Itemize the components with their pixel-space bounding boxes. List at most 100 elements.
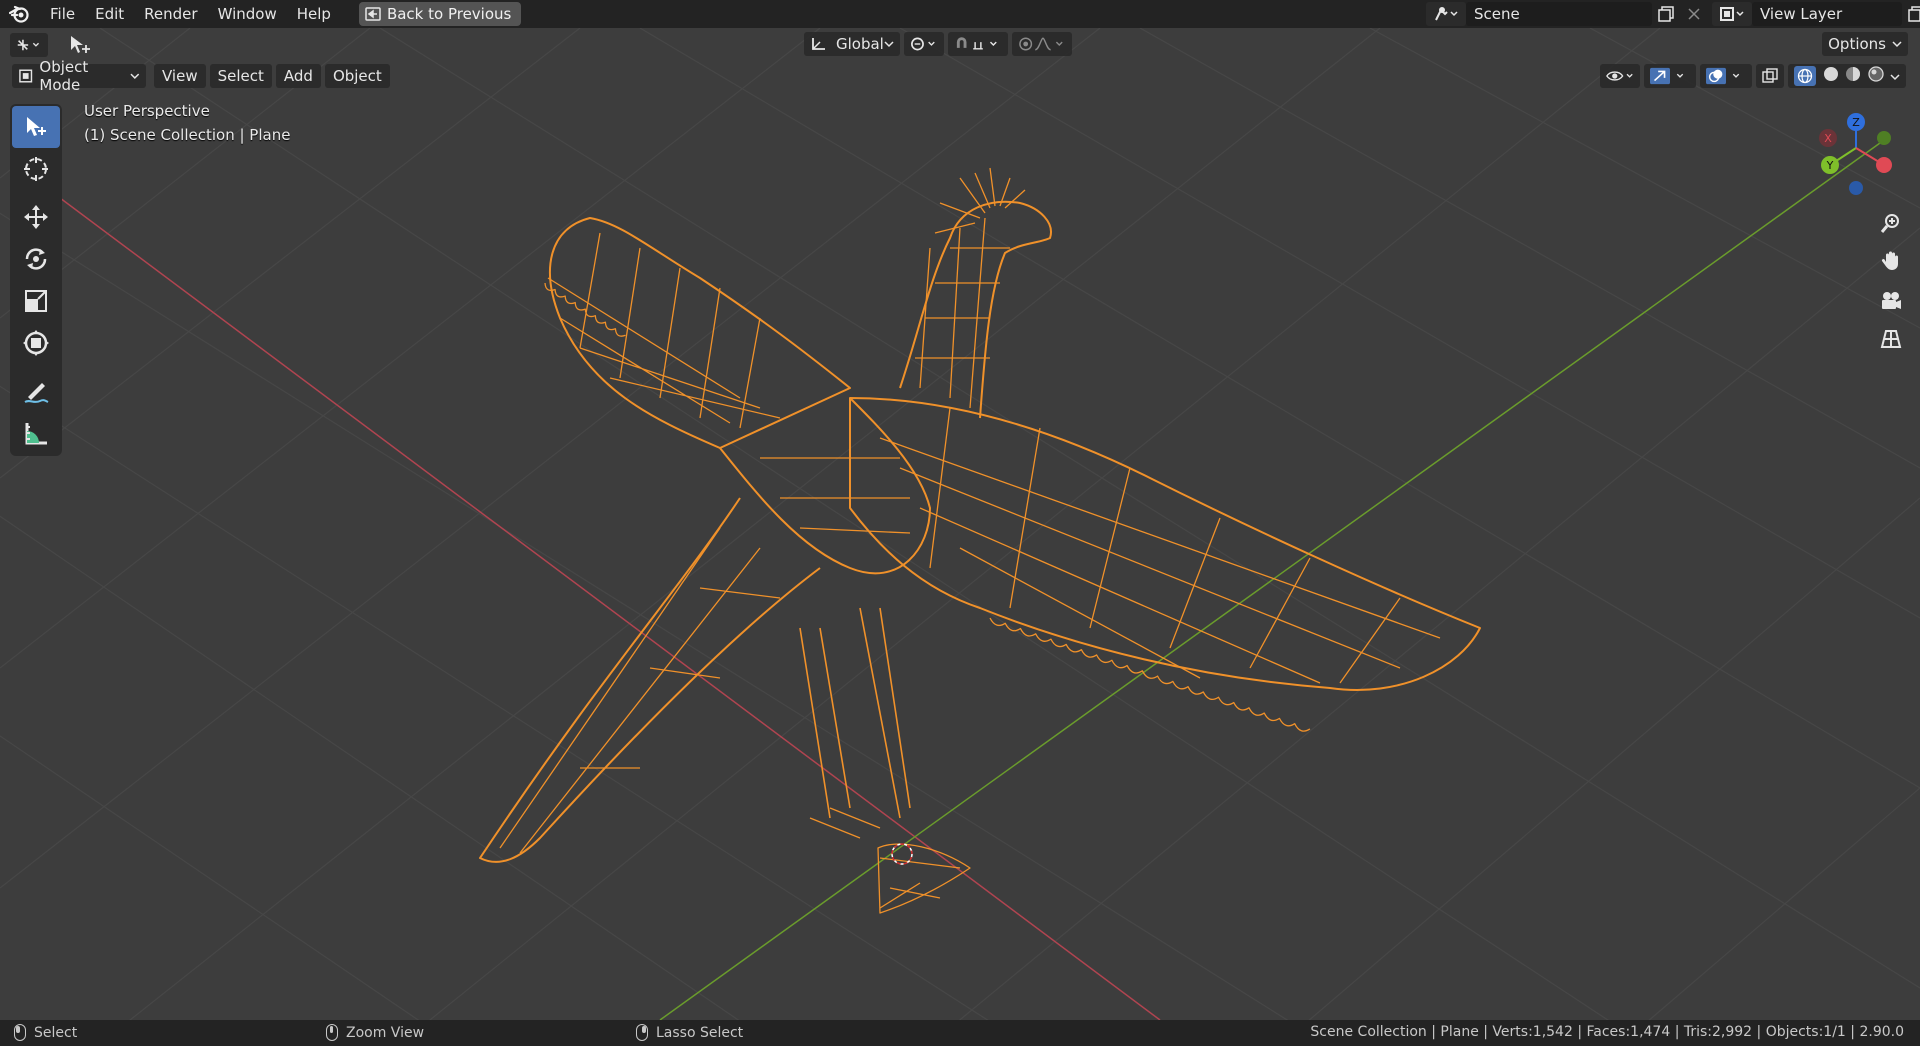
svg-text:Y: Y (1826, 159, 1834, 172)
options-dropdown[interactable]: Options (1822, 32, 1908, 56)
pivot-point-select[interactable] (904, 32, 944, 56)
measure-icon (25, 423, 47, 445)
gizmo-neg-z-icon (1849, 181, 1863, 195)
select-box-icon (27, 117, 46, 136)
y-axis-line (659, 142, 1881, 1020)
delete-scene-icon[interactable] (1680, 2, 1708, 26)
solid-shading-icon[interactable] (1823, 66, 1839, 86)
top-menu-bar: File Edit Render Window Help Back to Pre… (0, 0, 1920, 28)
pan-hand-icon[interactable] (1874, 244, 1908, 278)
tool-shelf (10, 104, 62, 456)
viewport-header: Object Mode View Select Add Object (0, 58, 1920, 94)
xray-toggle[interactable] (1756, 64, 1784, 88)
new-scene-icon[interactable] (1652, 2, 1680, 26)
snap-controls[interactable] (948, 32, 1008, 56)
view-layer-icon (1720, 7, 1744, 21)
tool-move[interactable] (12, 196, 60, 238)
move-icon (24, 205, 48, 229)
gizmo-toggle[interactable] (1644, 64, 1696, 88)
orientation-axes-icon (812, 38, 825, 50)
tool-cursor[interactable] (12, 148, 60, 190)
menu-window[interactable]: Window (208, 0, 287, 28)
mouse-middle-icon (326, 1024, 338, 1041)
new-view-layer-icon[interactable] (1902, 2, 1920, 26)
menu-help[interactable]: Help (287, 0, 341, 28)
collection-info-label: (1) Scene Collection | Plane (84, 126, 291, 144)
chevron-down-icon (1892, 41, 1902, 48)
tool-transform[interactable] (12, 322, 60, 364)
object-mode-select[interactable]: Object Mode (12, 58, 146, 94)
editor-type-button[interactable] (10, 33, 48, 57)
viewport-menu-object[interactable]: Object (324, 64, 390, 88)
overlays-toggle[interactable] (1700, 64, 1752, 88)
orientation-label: Global (836, 35, 884, 53)
magnet-icon (956, 37, 997, 50)
transform-icon (23, 330, 49, 356)
gizmo-neg-y-icon (1877, 131, 1891, 145)
back-arrow-icon (365, 7, 381, 21)
navigation-gizmo[interactable]: Z Y X (1806, 108, 1902, 218)
options-label: Options (1828, 35, 1886, 53)
annotate-icon (24, 383, 49, 403)
shading-options-chevron-icon[interactable] (1890, 67, 1900, 85)
menu-render[interactable]: Render (134, 0, 207, 28)
3d-viewport[interactable]: Z Y X User Perspective (1) Scene Collect… (0, 28, 1920, 1020)
proportional-edit-icon (1019, 37, 1063, 51)
scene-icon (1435, 7, 1458, 21)
eye-icon (1606, 71, 1633, 81)
viewport-menu-add[interactable]: Add (275, 64, 321, 88)
x-axis-line (39, 182, 1161, 1020)
bird-wireframe-mesh (479, 167, 1481, 914)
xray-icon (1762, 68, 1778, 83)
view-layer-name-field[interactable]: View Layer (1752, 2, 1902, 26)
select-box-tool-icon (71, 36, 90, 53)
back-to-previous-button[interactable]: Back to Previous (358, 2, 522, 26)
status-lasso-hint: Lasso Select (636, 1024, 743, 1041)
viewport-grid-and-mesh (0, 28, 1920, 1020)
chevron-down-icon (884, 41, 894, 48)
tool-settings-header: Global Options (0, 28, 1920, 62)
editor-type-icon (17, 39, 39, 51)
rendered-shading-icon[interactable] (1867, 66, 1884, 86)
blender-logo-icon[interactable] (0, 0, 40, 28)
transform-orientation-select[interactable]: Global (804, 32, 900, 56)
object-mode-label: Object Mode (39, 58, 89, 94)
view-layer-browse-button[interactable] (1712, 2, 1752, 26)
overlays-icon (1706, 67, 1740, 85)
viewport-menu-select[interactable]: Select (209, 64, 272, 88)
gizmo-icon (1650, 67, 1684, 85)
camera-icon[interactable] (1874, 284, 1908, 318)
pivot-icon (911, 37, 935, 51)
cursor-icon (24, 157, 48, 181)
tool-scale[interactable] (12, 280, 60, 322)
grid-ortho-icon[interactable] (1874, 322, 1908, 356)
tool-select-box[interactable] (12, 106, 60, 148)
scene-selector: Scene View Layer (1426, 2, 1920, 26)
proportional-editing-controls[interactable] (1012, 32, 1072, 56)
wireframe-shading-icon[interactable] (1794, 66, 1816, 86)
status-select-label: Select (34, 1024, 78, 1041)
viewport-menu-view[interactable]: View (154, 64, 206, 88)
menu-file[interactable]: File (40, 0, 85, 28)
menu-edit[interactable]: Edit (85, 0, 134, 28)
object-mode-icon (19, 69, 33, 83)
zoom-icon[interactable] (1874, 206, 1908, 240)
mouse-left-icon (14, 1024, 26, 1041)
tool-rotate[interactable] (12, 238, 60, 280)
material-preview-icon[interactable] (1845, 66, 1861, 86)
shading-mode-buttons (1788, 64, 1906, 88)
tool-annotate[interactable] (12, 370, 60, 412)
status-zoom-label: Zoom View (346, 1024, 425, 1041)
scene-browse-button[interactable] (1426, 2, 1466, 26)
active-tool-indicator[interactable] (62, 33, 98, 57)
gizmo-neg-x-icon (1876, 157, 1892, 173)
tool-measure[interactable] (12, 412, 60, 454)
status-bar: Select Zoom View Lasso Select Scene Coll… (0, 1020, 1920, 1046)
view-name-label: User Perspective (84, 102, 210, 120)
scene-name-field[interactable]: Scene (1466, 2, 1652, 26)
visibility-select[interactable] (1600, 64, 1640, 88)
status-zoom-hint: Zoom View (326, 1024, 424, 1041)
status-lasso-label: Lasso Select (656, 1024, 744, 1041)
viewport-shading-controls (1600, 64, 1906, 88)
back-to-previous-label: Back to Previous (386, 5, 512, 23)
